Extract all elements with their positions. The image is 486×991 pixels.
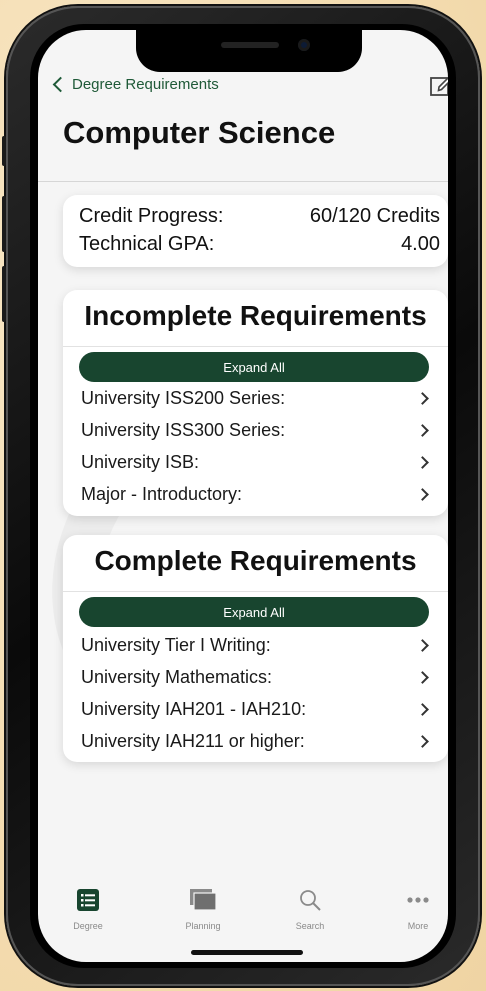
chevron-right-icon bbox=[416, 670, 429, 684]
incomplete-expand-all-button[interactable]: Expand All bbox=[79, 352, 429, 382]
list-icon bbox=[77, 889, 99, 911]
tab-label: More bbox=[407, 921, 429, 931]
chevron-left-icon bbox=[52, 76, 69, 93]
back-button[interactable]: Degree Requirements bbox=[52, 76, 219, 93]
tab-degree[interactable]: Degree bbox=[48, 888, 128, 931]
technical-gpa-value: 4.00 bbox=[401, 233, 440, 255]
requirement-row[interactable]: University ISB: bbox=[81, 448, 433, 476]
chevron-right-icon bbox=[416, 734, 429, 748]
requirement-row[interactable]: University ISS300 Series: bbox=[81, 416, 433, 444]
volume-up-button bbox=[2, 196, 6, 252]
requirement-label: University Mathematics: bbox=[81, 666, 273, 687]
search-icon bbox=[300, 890, 321, 911]
requirement-row[interactable]: University Tier I Writing: bbox=[81, 631, 433, 659]
requirement-row[interactable]: University Mathematics: bbox=[81, 663, 433, 691]
requirement-label: University Tier I Writing: bbox=[81, 634, 271, 655]
requirement-label: University IAH211 or higher: bbox=[81, 730, 305, 751]
chevron-right-icon bbox=[416, 423, 429, 437]
compose-icon[interactable] bbox=[428, 72, 448, 98]
tab-label: Planning bbox=[185, 921, 221, 931]
notch bbox=[136, 30, 362, 72]
incomplete-requirements-title: Incomplete Requirements bbox=[84, 300, 427, 331]
chevron-right-icon bbox=[416, 455, 429, 469]
credit-summary-card: Credit Progress: 60/120 Credits Technica… bbox=[63, 195, 448, 267]
requirement-label: Major - Introductory: bbox=[81, 483, 243, 504]
technical-gpa-label: Technical GPA: bbox=[79, 233, 215, 255]
more-icon bbox=[407, 897, 429, 903]
volume-down-button bbox=[2, 266, 6, 322]
complete-expand-all-button[interactable]: Expand All bbox=[79, 597, 429, 627]
tab-label: Search bbox=[295, 921, 325, 931]
requirement-row[interactable]: University IAH201 - IAH210: bbox=[81, 695, 433, 723]
requirement-label: University IAH201 - IAH210: bbox=[81, 698, 307, 719]
chevron-right-icon bbox=[416, 638, 429, 652]
requirement-label: University ISB: bbox=[81, 451, 200, 472]
credit-progress-row: Credit Progress: 60/120 Credits bbox=[79, 205, 440, 228]
incomplete-requirements-card: Incomplete Requirements Expand All Unive… bbox=[63, 290, 448, 516]
requirement-label: University ISS200 Series: bbox=[81, 387, 286, 408]
tab-planning[interactable]: Planning bbox=[163, 888, 243, 931]
back-label: Degree Requirements bbox=[72, 76, 219, 93]
tab-more[interactable]: More bbox=[378, 888, 448, 931]
requirement-row[interactable]: University ISS200 Series: bbox=[81, 384, 433, 412]
requirement-row[interactable]: University IAH211 or higher: bbox=[81, 727, 433, 755]
complete-requirements-title: Complete Requirements bbox=[94, 545, 417, 576]
divider bbox=[63, 346, 448, 347]
speaker-grille bbox=[221, 42, 279, 48]
complete-requirements-card: Complete Requirements Expand All Univers… bbox=[63, 535, 448, 762]
requirement-row[interactable]: Major - Introductory: bbox=[81, 480, 433, 508]
tab-label: Degree bbox=[73, 921, 103, 931]
page-title: Computer Science bbox=[63, 115, 336, 150]
background: Degree Requirements Computer Science Cre… bbox=[0, 0, 486, 991]
app-screen: Degree Requirements Computer Science Cre… bbox=[38, 30, 448, 962]
technical-gpa-row: Technical GPA: 4.00 bbox=[79, 233, 440, 256]
chevron-right-icon bbox=[416, 391, 429, 405]
credit-progress-label: Credit Progress: bbox=[79, 205, 224, 227]
chevron-right-icon bbox=[416, 702, 429, 716]
stack-icon bbox=[190, 889, 217, 911]
front-camera bbox=[298, 39, 310, 51]
tab-search[interactable]: Search bbox=[270, 888, 350, 931]
divider bbox=[63, 591, 448, 592]
home-indicator[interactable] bbox=[191, 950, 303, 955]
requirement-label: University ISS300 Series: bbox=[81, 419, 286, 440]
mute-switch bbox=[2, 136, 6, 166]
divider bbox=[38, 181, 448, 182]
credit-progress-value: 60/120 Credits bbox=[309, 205, 440, 227]
chevron-right-icon bbox=[416, 487, 429, 501]
